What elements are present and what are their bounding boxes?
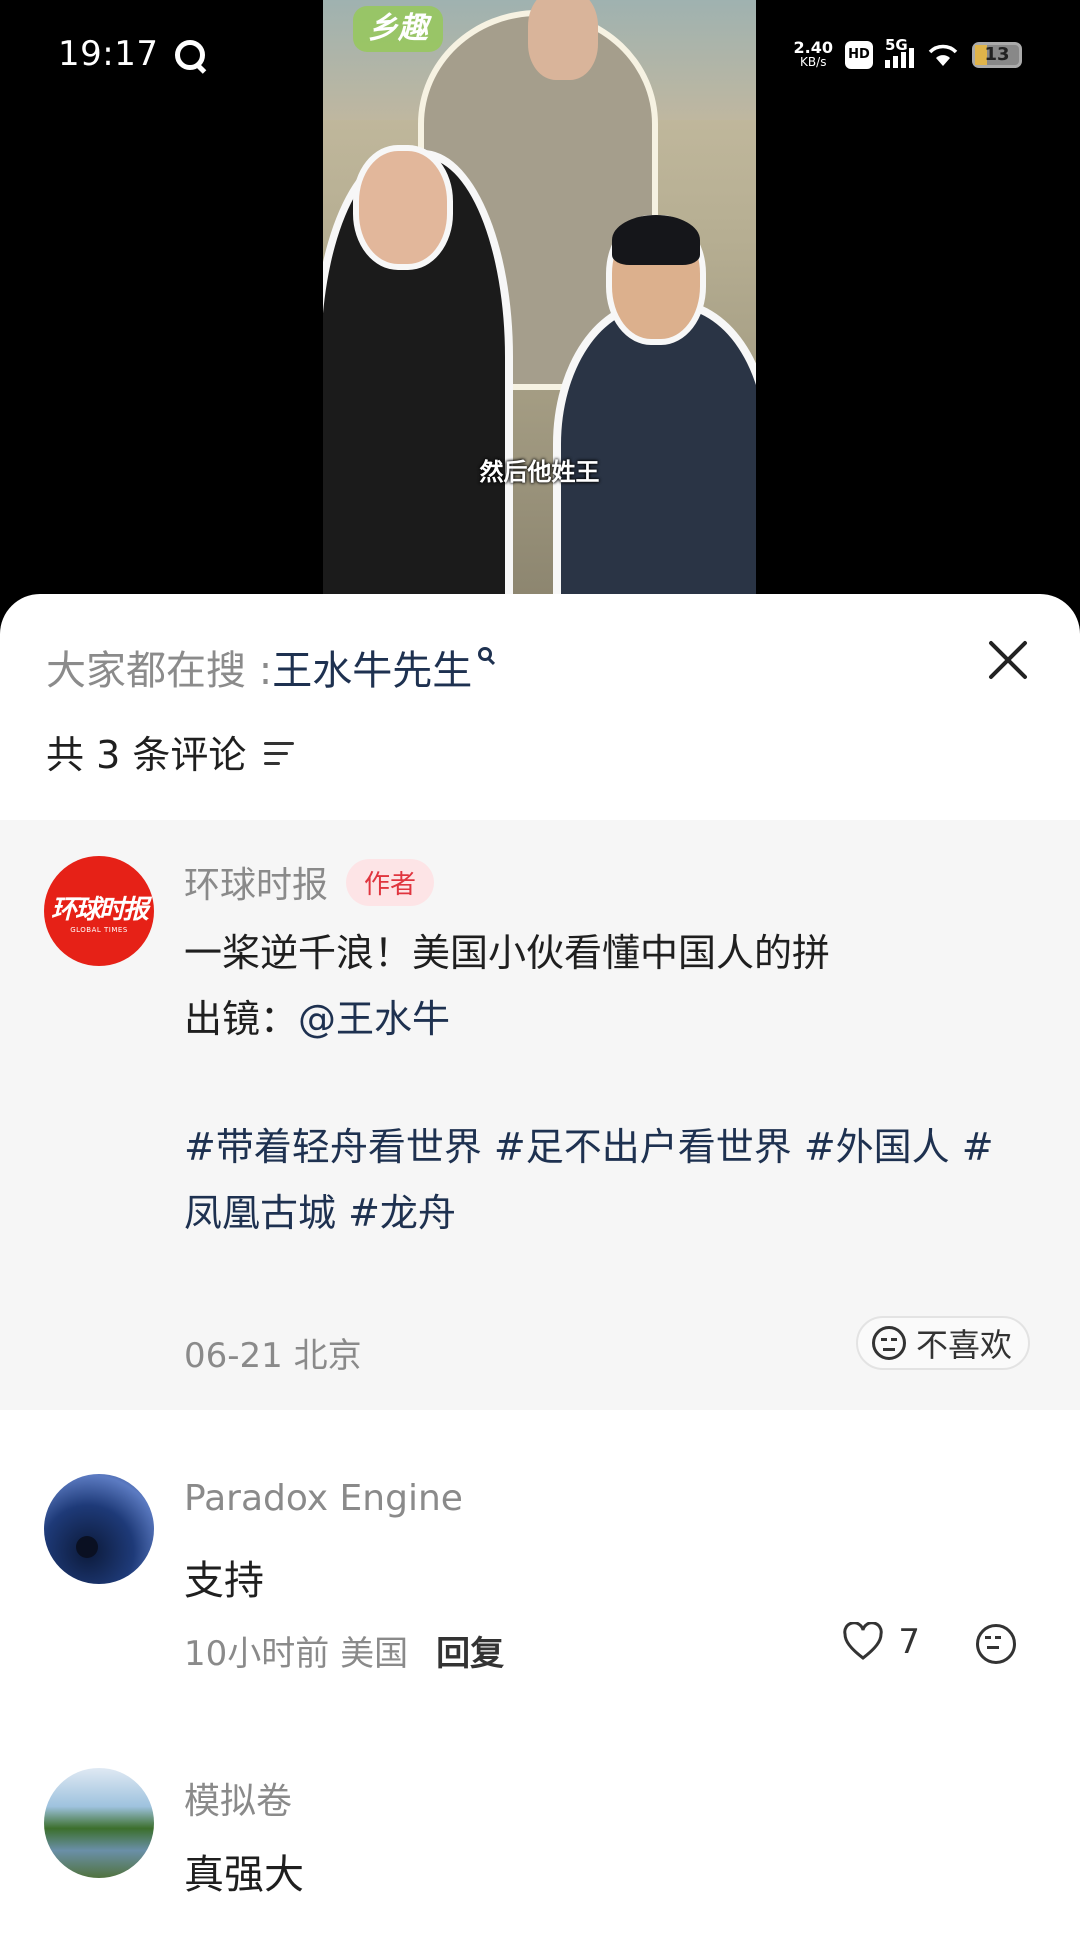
- video-logo: 乡趣: [353, 6, 443, 52]
- author-post: 环球时报 GLOBAL TIMES 环球时报 作者 一桨逆千浪！美国小伙看懂中国…: [0, 820, 1080, 1410]
- comment-author[interactable]: 模拟卷: [184, 1772, 292, 1824]
- meh-face-icon: [871, 1326, 906, 1360]
- video-person-back-head: [528, 0, 598, 80]
- video-subtitle: 然后他姓王: [479, 458, 600, 486]
- status-icons: 2.40 KB/s HD 5G 13: [793, 36, 1022, 72]
- trending-search-label: 大家都在搜 :: [46, 648, 273, 694]
- post-tags[interactable]: #带着轻舟看世界 #足不出户看世界 #外国人 # 凤凰古城 #龙舟: [184, 1114, 1034, 1246]
- comment-text: 支持: [184, 1558, 264, 1604]
- post-line-1: 一桨逆千浪！美国小伙看懂中国人的拼: [184, 931, 831, 975]
- trending-search-term[interactable]: 王水牛先生: [272, 638, 472, 696]
- notification-q-icon: [175, 40, 205, 70]
- post-line-2: 出镜：@王水牛: [184, 997, 451, 1041]
- avatar[interactable]: [44, 1768, 154, 1878]
- comment-count-row: 共 3 条评论: [46, 724, 295, 779]
- meh-face-icon[interactable]: [976, 1624, 1016, 1664]
- sort-icon[interactable]: [264, 742, 295, 765]
- signal-icon: 5G: [885, 36, 914, 68]
- post-author-name[interactable]: 环球时报: [184, 856, 328, 908]
- hd-icon: HD: [845, 41, 873, 69]
- comment-sheet: 大家都在搜 : 王水牛先生 共 3 条评论 环球时报 GLOBAL TIMES …: [0, 594, 1080, 1933]
- network-speed: 2.40 KB/s: [793, 38, 833, 70]
- like-count: 7: [898, 1622, 920, 1662]
- close-button[interactable]: [984, 636, 1032, 684]
- battery-icon: 13: [972, 42, 1022, 68]
- video-person-right-hair: [612, 215, 700, 265]
- like-button[interactable]: 7: [842, 1622, 920, 1662]
- avatar[interactable]: 环球时报 GLOBAL TIMES: [44, 856, 154, 966]
- mention-link[interactable]: @王水牛: [298, 997, 450, 1041]
- comment-time: 10小时前 美国: [184, 1634, 409, 1674]
- status-time: 19:17: [58, 34, 159, 74]
- trending-search[interactable]: 大家都在搜 : 王水牛先生: [46, 638, 493, 696]
- video-player[interactable]: 乡趣 然后他姓王 19:17 2.40 KB/s HD 5G 13: [0, 0, 1080, 600]
- wifi-icon: [926, 42, 960, 68]
- post-author-row: 环球时报 作者: [184, 856, 435, 908]
- post-meta: 06-21 北京: [184, 1336, 362, 1376]
- reply-button[interactable]: 回复: [436, 1626, 504, 1675]
- video-frame[interactable]: 乡趣 然后他姓王: [323, 0, 756, 594]
- heart-icon: [843, 1622, 884, 1660]
- comment-meta: 10小时前 美国 回复: [184, 1626, 504, 1675]
- video-person-left-head: [353, 145, 453, 270]
- comment-text: 真强大: [184, 1852, 304, 1898]
- avatar[interactable]: [44, 1474, 154, 1584]
- comment-author[interactable]: Paradox Engine: [184, 1478, 463, 1519]
- comment-count: 共 3 条评论: [46, 733, 247, 777]
- dislike-button[interactable]: 不喜欢: [855, 1316, 1030, 1370]
- author-badge: 作者: [346, 858, 435, 906]
- search-icon[interactable]: [478, 647, 493, 661]
- post-body: 一桨逆千浪！美国小伙看懂中国人的拼 出镜：@王水牛 #带着轻舟看世界 #足不出户…: [184, 920, 1034, 1246]
